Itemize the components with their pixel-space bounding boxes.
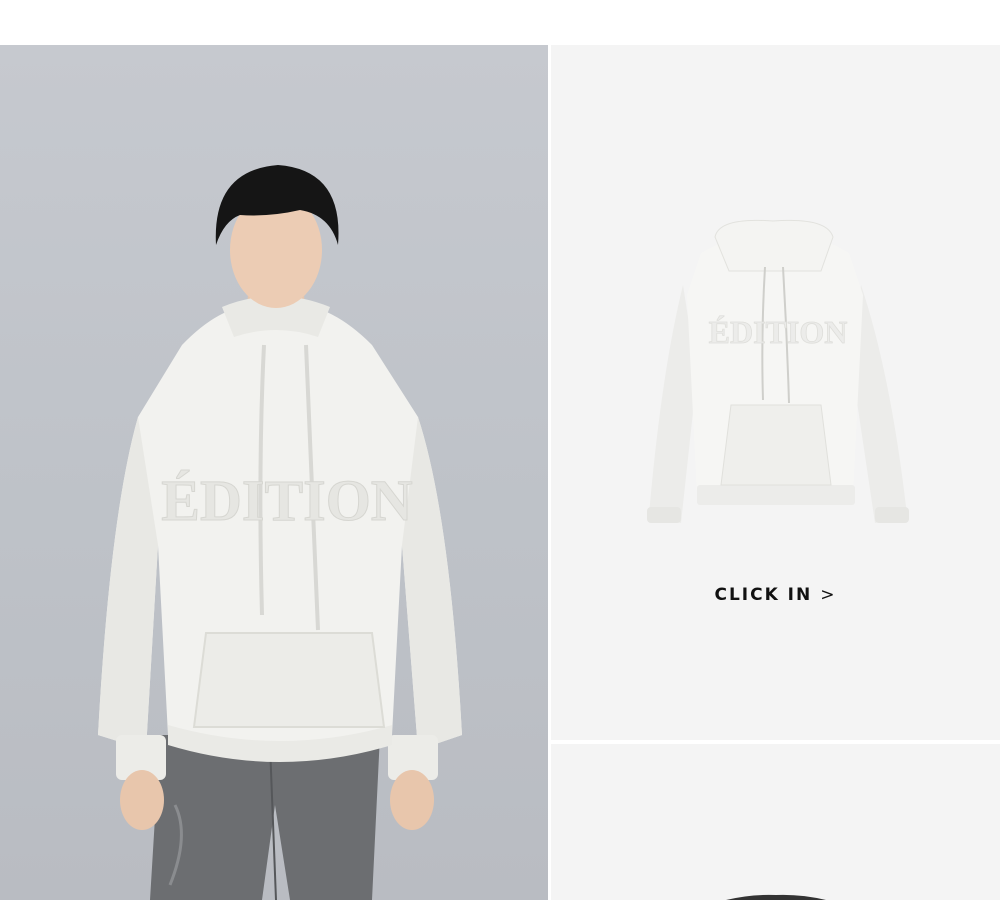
- model-illustration: ÉDITION: [98, 165, 462, 900]
- model-hoodie-print: ÉDITION: [161, 468, 413, 533]
- chevron-right-icon: >: [820, 585, 837, 605]
- next-product-image: [726, 894, 826, 900]
- click-in-link[interactable]: CLICK IN >: [551, 585, 1000, 605]
- model-photo[interactable]: ÉDITION: [0, 45, 548, 900]
- product-image[interactable]: ÉDITION: [551, 45, 1000, 740]
- product-hoodie-print: ÉDITION: [709, 314, 848, 350]
- product-card[interactable]: ÉDITION CLICK IN >: [551, 45, 1000, 740]
- click-in-label: CLICK IN: [714, 585, 813, 605]
- next-product-card[interactable]: [551, 744, 1000, 900]
